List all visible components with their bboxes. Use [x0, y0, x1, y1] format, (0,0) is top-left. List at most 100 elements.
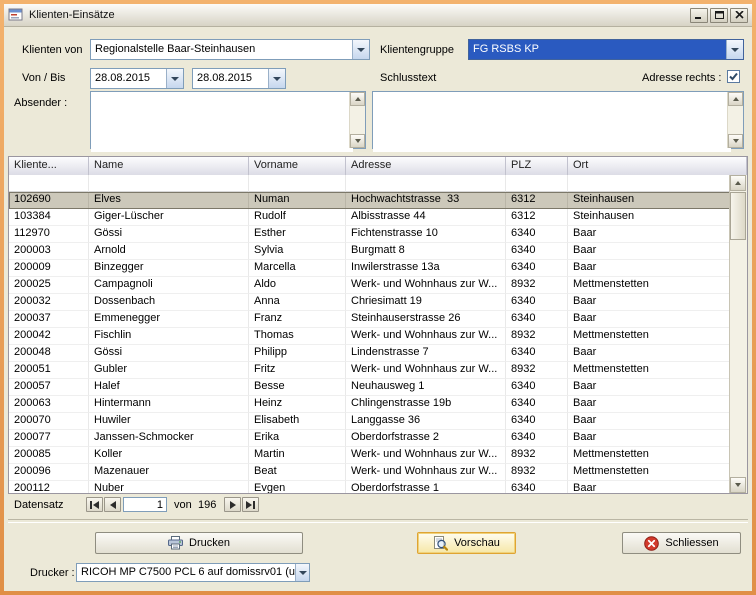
grid-cell: Steinhauserstrasse 26	[346, 311, 506, 328]
magnifier-icon	[433, 536, 448, 551]
drucker-dropdown[interactable]: RICOH MP C7500 PCL 6 auf domissrv01 (um	[76, 563, 310, 582]
grid-row[interactable]: 200051GublerFritzWerk- und Wohnhaus zur …	[9, 362, 730, 379]
window-title: Klienten-Einsätze	[29, 9, 688, 21]
bis-datepicker[interactable]: 28.08.2015	[192, 68, 286, 89]
drucken-label: Drucken	[189, 537, 230, 549]
klienten-von-label: Klienten von	[22, 44, 83, 57]
record-navigator: Datensatz von 196	[8, 496, 748, 514]
absender-textbox[interactable]	[90, 91, 366, 149]
klientengruppe-label: Klientengruppe	[380, 44, 454, 57]
chevron-down-icon[interactable]	[352, 40, 369, 59]
grid-cell: Erika	[249, 430, 346, 447]
grid-row[interactable]: 112970GössiEstherFichtenstrasse 106340Ba…	[9, 226, 730, 243]
grid-row[interactable]: 200032DossenbachAnnaChriesimatt 196340Ba…	[9, 294, 730, 311]
grid-header-cell[interactable]: Vorname	[249, 157, 346, 175]
grid-cell: 200057	[9, 379, 89, 396]
maximize-button[interactable]	[710, 8, 728, 23]
grid-cell: Janssen-Schmocker	[89, 430, 249, 447]
grid-cell: Baar	[568, 481, 730, 493]
schliessen-button[interactable]: Schliessen	[622, 532, 741, 554]
grid-cell: Beat	[249, 464, 346, 481]
grid-cell: Werk- und Wohnhaus zur W...	[346, 362, 506, 379]
grid-row[interactable]: 200070HuwilerElisabethLanggasse 366340Ba…	[9, 413, 730, 430]
grid-cell: Neuhausweg 1	[346, 379, 506, 396]
grid-cell: Werk- und Wohnhaus zur W...	[346, 464, 506, 481]
window: Klienten-Einsätze Klienten von Regionals…	[4, 4, 752, 591]
grid-cell: Baar	[568, 260, 730, 277]
grid-row[interactable]: 103384Giger-LüscherRudolfAlbisstrasse 44…	[9, 209, 730, 226]
grid-cell: 6340	[506, 396, 568, 413]
grid-cell: Steinhausen	[568, 192, 730, 209]
scroll-down-icon[interactable]	[350, 134, 365, 148]
chevron-down-icon[interactable]	[268, 69, 285, 88]
grid-cell: Binzegger	[89, 260, 249, 277]
grid-row[interactable]: 200077Janssen-SchmockerErikaOberdorfstra…	[9, 430, 730, 447]
scroll-up-icon[interactable]	[350, 92, 365, 106]
grid-cell: Mazenauer	[89, 464, 249, 481]
grid-cell: 200096	[9, 464, 89, 481]
printer-icon	[168, 536, 183, 550]
grid-header-cell[interactable]: Name	[89, 157, 249, 175]
grid-cell: 8932	[506, 328, 568, 345]
previous-record-button[interactable]	[104, 497, 121, 512]
grid-cell: Baar	[568, 311, 730, 328]
schlusstext-scrollbar[interactable]	[727, 92, 743, 148]
vorschau-button[interactable]: Vorschau	[417, 532, 516, 554]
adresse-rechts-checkbox[interactable]	[727, 70, 740, 83]
grid-cell: 200077	[9, 430, 89, 447]
grid-cell: Mettmenstetten	[568, 464, 730, 481]
grid-row[interactable]: 102690ElvesNumanHochwachtstrasse 336312S…	[9, 192, 730, 209]
grid-header-cell[interactable]: PLZ	[506, 157, 568, 175]
grid-header-cell[interactable]: Ort	[568, 157, 747, 175]
grid-row[interactable]: 200025CampagnoliAldoWerk- und Wohnhaus z…	[9, 277, 730, 294]
first-record-button[interactable]	[86, 497, 103, 512]
grid-cell: Burgmatt 8	[346, 243, 506, 260]
grid-scrollbar[interactable]	[729, 175, 747, 493]
chevron-down-icon[interactable]	[295, 564, 309, 581]
grid-row[interactable]: 200085KollerMartinWerk- und Wohnhaus zur…	[9, 447, 730, 464]
grid-filter-row[interactable]	[9, 175, 730, 192]
app-icon	[8, 7, 24, 23]
grid-row[interactable]: 200057HalefBesseNeuhausweg 16340Baar	[9, 379, 730, 396]
drucken-button[interactable]: Drucken	[95, 532, 303, 554]
grid-cell: Esther	[249, 226, 346, 243]
absender-input[interactable]	[91, 92, 353, 152]
klienten-von-dropdown[interactable]: Regionalstelle Baar-Steinhausen	[90, 39, 370, 60]
scroll-down-icon[interactable]	[730, 477, 746, 493]
schlusstext-input[interactable]	[373, 92, 731, 152]
grid-cell: Martin	[249, 447, 346, 464]
grid-row[interactable]: 200037EmmeneggerFranzSteinhauserstrasse …	[9, 311, 730, 328]
grid-cell: 200063	[9, 396, 89, 413]
grid-row[interactable]: 200042FischlinThomasWerk- und Wohnhaus z…	[9, 328, 730, 345]
grid-row[interactable]: 200003ArnoldSylviaBurgmatt 86340Baar	[9, 243, 730, 260]
chevron-down-icon[interactable]	[166, 69, 183, 88]
chevron-down-icon[interactable]	[726, 40, 743, 59]
grid-cell: Gössi	[89, 345, 249, 362]
absender-scrollbar[interactable]	[349, 92, 365, 148]
grid-row[interactable]: 200063HintermannHeinzChlingenstrasse 19b…	[9, 396, 730, 413]
grid-row[interactable]: 200096MazenauerBeatWerk- und Wohnhaus zu…	[9, 464, 730, 481]
close-button[interactable]	[730, 8, 748, 23]
grid-row[interactable]: 200009BinzeggerMarcellaInwilerstrasse 13…	[9, 260, 730, 277]
last-record-button[interactable]	[242, 497, 259, 512]
scroll-down-icon[interactable]	[728, 134, 743, 148]
next-record-button[interactable]	[224, 497, 241, 512]
grid-cell: Marcella	[249, 260, 346, 277]
scroll-thumb[interactable]	[730, 192, 746, 240]
scroll-up-icon[interactable]	[728, 92, 743, 106]
minimize-button[interactable]	[690, 8, 708, 23]
current-record-input[interactable]	[123, 497, 167, 512]
grid-cell: 200025	[9, 277, 89, 294]
grid-row[interactable]: 200112NuberEvgenOberdorfstrasse 16340Baa…	[9, 481, 730, 493]
grid-cell: Baar	[568, 345, 730, 362]
scroll-up-icon[interactable]	[730, 175, 746, 191]
grid-body: 102690ElvesNumanHochwachtstrasse 336312S…	[9, 175, 730, 493]
klientengruppe-dropdown[interactable]: FG RSBS KP	[468, 39, 744, 60]
schlusstext-textbox[interactable]	[372, 91, 744, 149]
grid-cell: 8932	[506, 277, 568, 294]
grid-row[interactable]: 200048GössiPhilippLindenstrasse 76340Baa…	[9, 345, 730, 362]
grid-header-cell[interactable]: Adresse	[346, 157, 506, 175]
grid-header-cell[interactable]: Kliente...	[9, 157, 89, 175]
von-datepicker[interactable]: 28.08.2015	[90, 68, 184, 89]
grid-cell: 200003	[9, 243, 89, 260]
